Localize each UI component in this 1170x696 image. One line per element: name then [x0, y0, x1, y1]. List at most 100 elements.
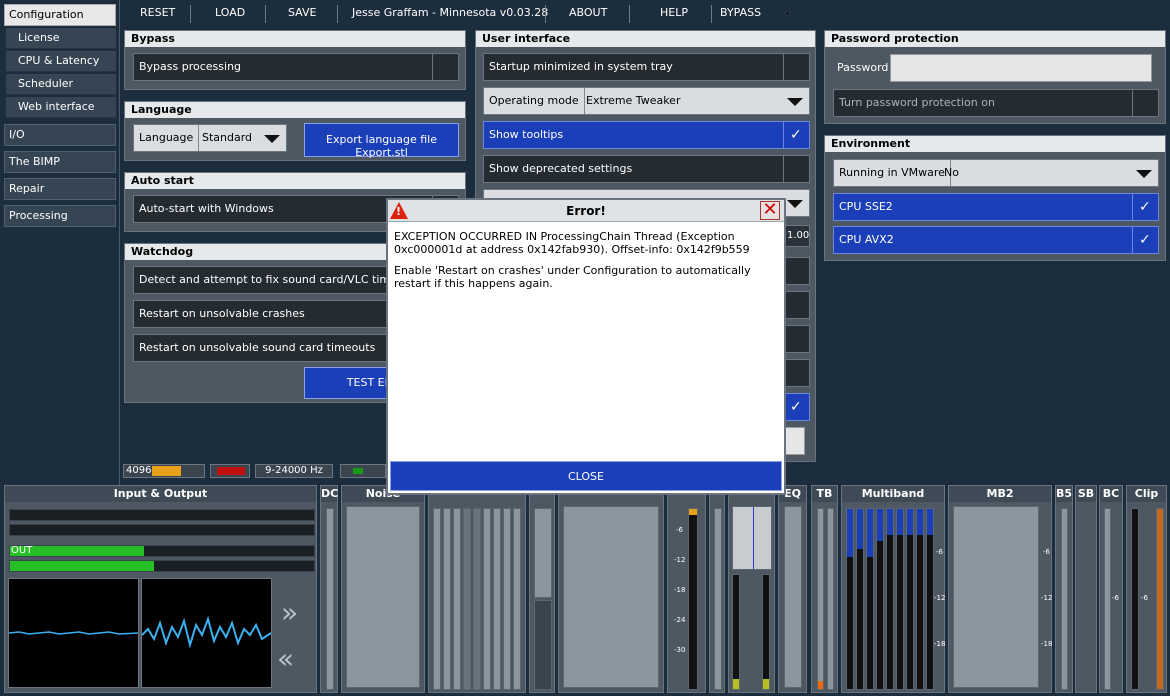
- clip-led: [210, 464, 250, 478]
- scale-label: -12: [674, 556, 686, 564]
- checkbox[interactable]: ✓: [783, 394, 809, 420]
- checkbox[interactable]: [783, 360, 809, 386]
- help-button[interactable]: HELP: [660, 6, 688, 19]
- checkbox[interactable]: [783, 258, 809, 284]
- checkbox[interactable]: ✓: [1132, 194, 1158, 220]
- in-meter-right: [9, 524, 315, 536]
- sidebar-item-io[interactable]: I/O: [4, 124, 116, 146]
- close-icon[interactable]: ✕: [760, 201, 780, 220]
- sidebar-item-processing[interactable]: Processing: [4, 205, 116, 227]
- meter-title: DC: [321, 486, 339, 502]
- select-label: Operating mode: [484, 88, 585, 114]
- multiband-level: [927, 509, 933, 535]
- chevron-down-icon: [1136, 170, 1152, 178]
- checkbox[interactable]: [432, 54, 458, 80]
- select-value: Standard: [202, 131, 253, 144]
- sidebar-item-license[interactable]: License: [6, 28, 116, 49]
- sidebar-item-scheduler[interactable]: Scheduler: [6, 74, 116, 95]
- collapse-left-icon[interactable]: «: [277, 642, 294, 675]
- bypass-processing-toggle[interactable]: Bypass processing: [133, 53, 459, 81]
- load-button[interactable]: LOAD: [215, 6, 245, 19]
- sidebar: Configuration License CPU & Latency Sche…: [0, 0, 120, 486]
- show-deprecated-toggle[interactable]: Show deprecated settings: [483, 155, 810, 183]
- startup-minimized-toggle[interactable]: Startup minimized in system tray: [483, 53, 810, 81]
- multiband-meter: [866, 508, 874, 690]
- multiband-level: [847, 509, 853, 557]
- reset-button[interactable]: RESET: [140, 6, 175, 19]
- led-green: [353, 468, 363, 474]
- warning-icon: !: [390, 202, 408, 219]
- scale-value[interactable]: 1.00: [785, 225, 810, 247]
- multiband-meter: [896, 508, 904, 690]
- language-select[interactable]: Language Standard: [133, 124, 287, 152]
- panel-title: User interface: [476, 31, 815, 47]
- toggle-label: Restart on unsolvable sound card timeout…: [139, 341, 376, 354]
- error-hint: Enable 'Restart on crashes' under Config…: [394, 264, 751, 290]
- scale-label: -18: [1041, 640, 1053, 648]
- menu-separator: [190, 5, 191, 23]
- dc-panel: DC: [320, 485, 338, 693]
- comp-meter: [493, 508, 501, 690]
- out-label: OUT: [11, 545, 33, 556]
- meter-title: BC: [1100, 486, 1122, 502]
- bc-panel: BC -6: [1099, 485, 1123, 693]
- out-meter-left: [9, 545, 315, 557]
- gain-meter: [714, 508, 722, 690]
- stereo-panel: [558, 485, 664, 693]
- toggle-label: Turn password protection on: [839, 96, 995, 109]
- toggle-label: Startup minimized in system tray: [489, 60, 673, 73]
- multiband-meter: [886, 508, 894, 690]
- checkbox[interactable]: ✓: [1132, 227, 1158, 253]
- buffer-value: 4096: [126, 465, 152, 476]
- cpu-avx2-toggle[interactable]: CPU AVX2 ✓: [833, 226, 1159, 254]
- checkbox[interactable]: [783, 54, 809, 80]
- checkbox[interactable]: [783, 326, 809, 352]
- vmware-select[interactable]: Running in VMware No: [833, 159, 1159, 187]
- operating-mode-select[interactable]: Operating mode Extreme Tweaker: [483, 87, 810, 115]
- multiband-meter: [856, 508, 864, 690]
- error-dialog: ! Error! ✕ EXCEPTION OCCURRED IN Process…: [386, 198, 786, 495]
- sidebar-item-repair[interactable]: Repair: [4, 178, 116, 200]
- multiband-panel: Multiband -6 -12 -18: [841, 485, 945, 693]
- sidebar-item-configuration[interactable]: Configuration: [4, 4, 116, 26]
- checkbox[interactable]: [783, 156, 809, 182]
- password-protection-toggle[interactable]: Turn password protection on: [833, 89, 1159, 117]
- close-button[interactable]: CLOSE: [390, 461, 782, 491]
- noise-panel: Noise: [341, 485, 425, 693]
- scale-label: -18: [934, 640, 946, 648]
- checkbox[interactable]: ✓: [783, 122, 809, 148]
- toggle-label: Bypass processing: [139, 60, 242, 73]
- check-icon: ✓: [1139, 232, 1151, 248]
- environment-panel: Environment Running in VMware No CPU SSE…: [824, 135, 1166, 261]
- multiband-level: [857, 509, 863, 549]
- about-button[interactable]: ABOUT: [569, 6, 607, 19]
- export-language-button[interactable]: Export language file Export.stl: [304, 123, 459, 159]
- checkbox[interactable]: [1132, 90, 1158, 116]
- panel-title: Language: [125, 102, 465, 118]
- password-input[interactable]: [890, 54, 1152, 82]
- tb-meter: [817, 508, 824, 690]
- bc-meter: [1104, 508, 1111, 690]
- sidebar-item-web-interface[interactable]: Web interface: [6, 97, 116, 118]
- eq-meter: [784, 506, 802, 688]
- password-panel: Password protection Password Turn passwo…: [824, 30, 1166, 124]
- compressor-panel: [428, 485, 526, 693]
- check-icon: ✓: [1139, 199, 1151, 215]
- expand-right-icon[interactable]: »: [281, 596, 298, 629]
- scale-label: -30: [674, 646, 686, 654]
- save-button[interactable]: SAVE: [288, 6, 316, 19]
- cpu-sse2-toggle[interactable]: CPU SSE2 ✓: [833, 193, 1159, 221]
- toggle-label: Auto-start with Windows: [139, 202, 274, 215]
- b5-meter: [1061, 508, 1068, 690]
- language-panel: Language Language Standard Export langua…: [124, 101, 466, 161]
- menu-separator: [711, 5, 712, 23]
- sidebar-item-the-bimp[interactable]: The BIMP: [4, 151, 116, 173]
- select-value: Extreme Tweaker: [586, 94, 681, 107]
- checkbox[interactable]: [783, 292, 809, 318]
- menu-separator: [629, 5, 630, 23]
- buffer-fill: [152, 466, 181, 476]
- sidebar-item-cpu-latency[interactable]: CPU & Latency: [6, 51, 116, 72]
- show-tooltips-toggle[interactable]: Show tooltips ✓: [483, 121, 810, 149]
- meter-title: Clip: [1127, 486, 1166, 502]
- bypass-button[interactable]: BYPASS: [720, 6, 761, 19]
